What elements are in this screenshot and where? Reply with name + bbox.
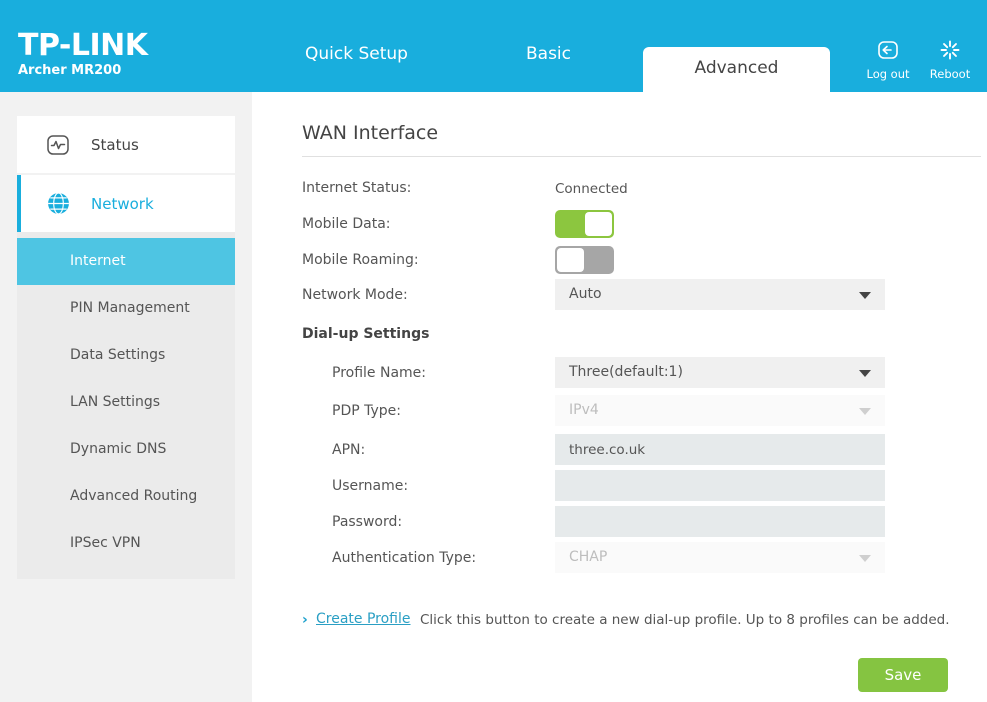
logout-icon xyxy=(858,38,918,64)
sidebar-item-pin-management[interactable]: PIN Management xyxy=(17,285,235,332)
profile-name-label: Profile Name: xyxy=(332,365,427,381)
tab-quick-setup[interactable]: Quick Setup xyxy=(305,44,408,64)
row-mobile-roaming: Mobile Roaming: xyxy=(252,244,987,279)
sidebar-item-dynamic-dns[interactable]: Dynamic DNS xyxy=(17,426,235,473)
row-network-mode: Network Mode: Auto xyxy=(252,279,987,320)
chevron-down-icon xyxy=(859,370,871,377)
sidebar-submenu: Internet PIN Management Data Settings LA… xyxy=(17,232,235,579)
network-mode-label: Network Mode: xyxy=(302,287,408,303)
mobile-data-control xyxy=(555,208,885,238)
row-profile-name: Profile Name: Three(default:1) xyxy=(252,357,987,395)
profile-name-control: Three(default:1) xyxy=(555,357,885,388)
profile-name-value: Three(default:1) xyxy=(569,364,683,380)
pdp-type-control: IPv4 xyxy=(555,395,885,426)
chevron-right-icon: › xyxy=(302,612,308,628)
pdp-type-value: IPv4 xyxy=(569,402,599,418)
toggle-knob xyxy=(557,248,584,272)
reboot-label: Reboot xyxy=(929,67,971,81)
globe-icon xyxy=(43,189,73,219)
top-header-bar: TP-LINK Archer MR200 Quick Setup Basic A… xyxy=(0,0,987,92)
password-input[interactable] xyxy=(555,506,885,537)
logout-label: Log out xyxy=(866,67,910,81)
row-mobile-data: Mobile Data: xyxy=(252,208,987,244)
username-input[interactable] xyxy=(555,470,885,501)
internet-status-value: Connected xyxy=(555,181,628,197)
auth-type-label: Authentication Type: xyxy=(332,550,477,566)
mobile-data-toggle[interactable] xyxy=(555,210,614,238)
chevron-down-icon xyxy=(859,555,871,562)
header-actions: Log out Reboot xyxy=(852,38,987,88)
mobile-roaming-control xyxy=(555,244,885,274)
tab-advanced[interactable]: Advanced xyxy=(643,47,830,92)
toggle-knob xyxy=(585,212,612,236)
password-label: Password: xyxy=(332,514,403,530)
row-auth-type: Authentication Type: CHAP xyxy=(252,542,987,578)
status-monitor-icon xyxy=(43,130,73,160)
dialup-settings-heading: Dial-up Settings xyxy=(302,326,430,342)
reboot-button[interactable]: Reboot xyxy=(920,38,980,81)
row-dialup-heading: Dial-up Settings xyxy=(252,320,987,357)
network-mode-control: Auto xyxy=(555,279,885,310)
sidebar-item-ipsec-vpn[interactable]: IPSec VPN xyxy=(17,520,235,567)
sidebar-item-status-label: Status xyxy=(91,135,139,154)
mobile-roaming-label: Mobile Roaming: xyxy=(302,252,419,268)
chevron-down-icon xyxy=(859,408,871,415)
internet-status-label: Internet Status: xyxy=(302,180,412,196)
save-button[interactable]: Save xyxy=(858,658,948,692)
chevron-down-icon xyxy=(859,292,871,299)
row-password: Password: xyxy=(252,506,987,542)
reboot-icon xyxy=(920,38,980,64)
network-mode-value: Auto xyxy=(569,286,602,302)
tab-basic[interactable]: Basic xyxy=(526,44,571,64)
apn-input[interactable] xyxy=(555,434,885,465)
sidebar-item-status[interactable]: Status xyxy=(17,116,235,173)
mobile-data-label: Mobile Data: xyxy=(302,216,391,232)
auth-type-value: CHAP xyxy=(569,549,608,565)
row-pdp-type: PDP Type: IPv4 xyxy=(252,395,987,434)
create-profile-help-text: Click this button to create a new dial-u… xyxy=(420,612,950,628)
main-nav-tabs: Quick Setup Basic Advanced xyxy=(280,0,840,92)
mobile-roaming-toggle[interactable] xyxy=(555,246,614,274)
sidebar-item-network-label: Network xyxy=(91,194,154,213)
page-title: WAN Interface xyxy=(302,122,439,144)
username-label: Username: xyxy=(332,478,409,494)
brand-block: TP-LINK Archer MR200 xyxy=(18,30,148,79)
row-apn: APN: xyxy=(252,434,987,470)
sidebar-item-internet[interactable]: Internet xyxy=(17,238,235,285)
row-internet-status: Internet Status: Connected xyxy=(252,172,987,208)
title-divider xyxy=(302,156,981,157)
tab-advanced-label: Advanced xyxy=(694,58,779,78)
router-admin-page: TP-LINK Archer MR200 Quick Setup Basic A… xyxy=(0,0,987,702)
auth-type-select: CHAP xyxy=(555,542,885,573)
pdp-type-label: PDP Type: xyxy=(332,403,401,419)
main-content: WAN Interface Internet Status: Connected… xyxy=(252,92,987,702)
apn-label: APN: xyxy=(332,442,366,458)
sidebar-item-data-settings[interactable]: Data Settings xyxy=(17,332,235,379)
wan-interface-form: Internet Status: Connected Mobile Data: … xyxy=(252,172,987,578)
tplink-logo: TP-LINK xyxy=(18,28,148,63)
left-column: Status Network Internet PIN Management D… xyxy=(0,92,252,702)
pdp-type-select: IPv4 xyxy=(555,395,885,426)
row-username: Username: xyxy=(252,470,987,506)
sidebar-item-lan-settings[interactable]: LAN Settings xyxy=(17,379,235,426)
profile-name-select[interactable]: Three(default:1) xyxy=(555,357,885,388)
sidebar-item-network[interactable]: Network xyxy=(17,175,235,232)
network-mode-select[interactable]: Auto xyxy=(555,279,885,310)
device-model-label: Archer MR200 xyxy=(18,63,122,78)
apn-control xyxy=(555,434,885,465)
create-profile-link[interactable]: Create Profile xyxy=(316,611,411,627)
sidebar-item-advanced-routing[interactable]: Advanced Routing xyxy=(17,473,235,520)
logout-button[interactable]: Log out xyxy=(858,38,918,81)
username-control xyxy=(555,470,885,501)
sidebar-menu: Status Network Internet PIN Management D… xyxy=(17,116,235,579)
password-control xyxy=(555,506,885,537)
auth-type-control: CHAP xyxy=(555,542,885,573)
